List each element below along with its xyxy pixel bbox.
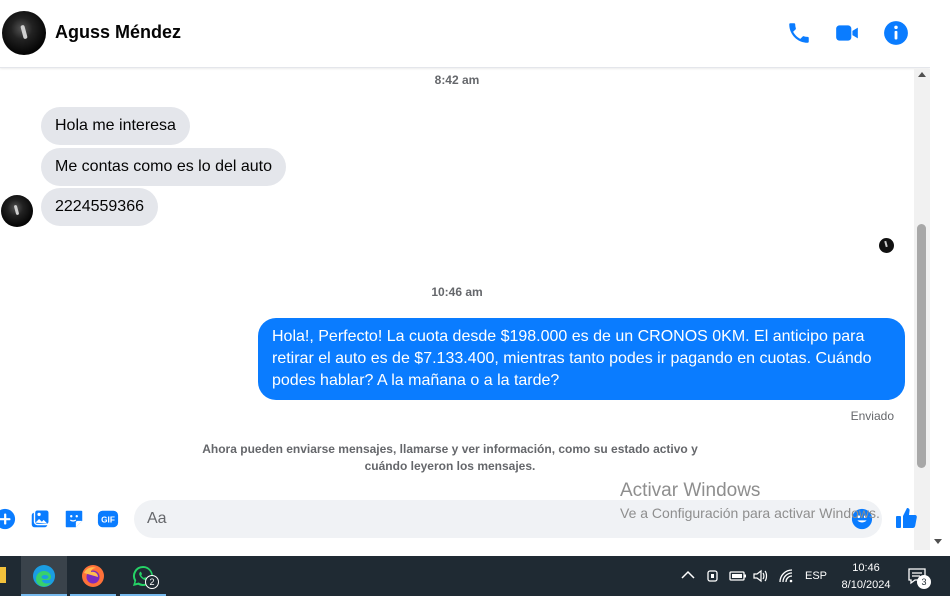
messenger-window: Aguss Méndez 8:42 am Hola me interesa Me… (0, 0, 950, 596)
file-explorer-icon[interactable] (0, 567, 6, 583)
info-icon[interactable] (883, 20, 909, 46)
taskbar-app-whatsapp[interactable]: 2 (120, 556, 166, 596)
scroll-up-arrow[interactable] (918, 72, 926, 77)
privacy-notice: Ahora pueden enviarse mensajes, llamarse… (202, 442, 698, 473)
video-camera-icon[interactable] (834, 20, 860, 46)
outgoing-message[interactable]: Hola!, Perfecto! La cuota desde $198.000… (258, 318, 905, 400)
contact-avatar-small[interactable] (1, 195, 33, 227)
clock-date: 8/10/2024 (841, 579, 891, 591)
incoming-message[interactable]: 2224559366 (41, 188, 158, 226)
sent-status: Enviado (850, 409, 894, 423)
clock-time: 10:46 (852, 562, 880, 574)
activate-windows-title: Activar Windows (620, 480, 761, 501)
language-indicator[interactable]: ESP (805, 570, 827, 582)
whatsapp-badge: 2 (145, 575, 159, 589)
incoming-message[interactable]: Me contas como es lo del auto (41, 148, 287, 186)
window-edge (930, 0, 950, 555)
incoming-message[interactable]: Hola me interesa (41, 107, 190, 145)
gif-label: GIF (101, 516, 115, 525)
conversation-header: Aguss Méndez (0, 0, 930, 68)
seen-indicator-avatar (879, 238, 894, 253)
taskbar-app-edge[interactable] (21, 556, 67, 596)
contact-avatar[interactable] (2, 11, 46, 55)
battery-icon[interactable] (729, 569, 747, 583)
gif-icon[interactable]: GIF (97, 508, 119, 530)
plus-icon[interactable] (0, 508, 16, 530)
edge-icon (33, 565, 55, 587)
system-clock[interactable]: 10:46 8/10/2024 (828, 560, 904, 594)
timestamp: 8:42 am (434, 73, 480, 87)
timestamp: 10:46 am (431, 285, 483, 299)
wifi-icon[interactable] (778, 568, 794, 584)
message-thread[interactable]: 8:42 am Hola me interesa Me contas como … (0, 69, 914, 494)
phone-icon[interactable] (786, 20, 812, 46)
notification-count-badge: 3 (917, 575, 931, 589)
firefox-icon (82, 565, 104, 587)
scroll-down-arrow[interactable] (934, 539, 942, 544)
contact-name[interactable]: Aguss Méndez (55, 22, 181, 43)
sticker-icon[interactable] (63, 508, 85, 530)
device-icon[interactable] (706, 568, 720, 584)
activate-windows-subtitle: Ve a Configuración para activar Windows. (620, 505, 880, 521)
scrollbar-thumb[interactable] (917, 224, 926, 468)
taskbar-app-firefox[interactable] (70, 556, 116, 596)
image-icon[interactable] (29, 508, 51, 530)
chevron-up-icon[interactable] (681, 570, 695, 580)
thumbs-up-icon[interactable] (895, 506, 919, 530)
volume-icon[interactable] (752, 568, 770, 584)
